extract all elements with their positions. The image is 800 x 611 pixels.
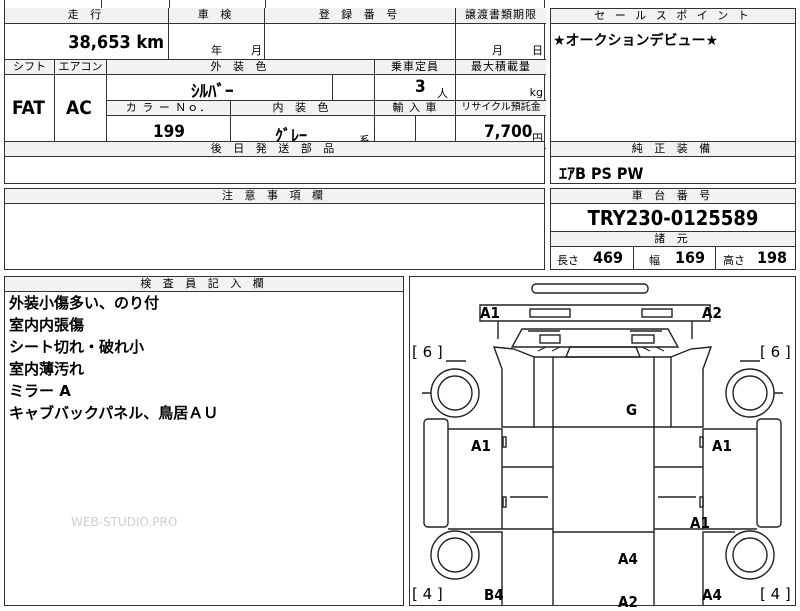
shift-cell: FAT xyxy=(5,75,55,149)
damage-mark: A1 xyxy=(690,514,710,532)
width-label: 幅 xyxy=(649,254,660,267)
damage-mark: A1 xyxy=(712,437,732,455)
mileage-cell: 38,653 km xyxy=(5,24,169,60)
mileage-value: 38,653 km xyxy=(68,32,164,53)
max-load-unit: kg xyxy=(529,86,543,99)
damage-mark: A2 xyxy=(702,304,722,322)
transfer-cell: 月 日 xyxy=(456,24,546,60)
inspector-line: 外装小傷多い、のり付 xyxy=(9,294,160,312)
damage-mark: A4 xyxy=(702,586,722,604)
tire-rear-left-label: [ 4 ] xyxy=(412,585,443,603)
inspection-cell: 年 月 xyxy=(169,24,265,60)
max-load-cell: kg xyxy=(456,75,546,101)
inspector-line: キャブバックパネル、鳥居ＡＵ xyxy=(9,404,219,422)
notes-header: 注 意 事 項 欄 xyxy=(5,189,544,204)
recycle-header: リサイクル預託金 xyxy=(456,101,546,116)
capacity-unit: 人 xyxy=(437,87,448,100)
inspection-year-unit: 年 xyxy=(211,44,222,57)
chassis-header: 車 台 番 号 xyxy=(551,189,795,204)
capacity-value: 3 xyxy=(415,77,426,97)
damage-mark: B4 xyxy=(484,586,504,604)
shift-value: FAT xyxy=(12,97,45,119)
color-no-header: カ ラ ー Ｎｏ． xyxy=(107,101,231,116)
ac-header: エアコン xyxy=(55,60,107,75)
inspector-line: シート切れ・破れ小 xyxy=(9,338,145,356)
capacity-header: 乗車定員 xyxy=(375,60,456,75)
exterior-color-extra-cell xyxy=(333,75,375,101)
chassis-value: TRY230-0125589 xyxy=(587,206,759,230)
standard-equipment-value: ｴｱB PS PW xyxy=(559,164,644,183)
notes-box: 注 意 事 項 欄 xyxy=(4,188,545,270)
shift-header: シフト xyxy=(5,60,55,75)
later-parts-header: 後 日 発 送 部 品 xyxy=(5,142,544,157)
specs-row: 長さ 469 幅 169 高さ 198 xyxy=(551,247,795,269)
height-label: 高さ xyxy=(723,254,745,267)
exterior-color-cell: ｼﾙﾊﾞｰ xyxy=(107,75,333,102)
registration-header: 登 録 番 号 xyxy=(265,8,456,24)
tire-rear-right-label: [ 4 ] xyxy=(760,585,791,603)
damage-mark: A2 xyxy=(618,593,638,611)
import-header: 輸 入 車 xyxy=(375,101,456,116)
registration-cell xyxy=(265,24,456,60)
max-load-header: 最大積載量 xyxy=(456,60,546,75)
standard-equipment-box: 純 正 装 備 ｴｱB PS PW xyxy=(550,141,796,184)
sales-point-box: セ ー ル ス ポ イ ン ト ★オークションデビュー★ xyxy=(550,8,796,142)
ac-cell: AC xyxy=(55,75,107,149)
sales-point-header: セ ー ル ス ポ イ ン ト xyxy=(551,9,795,24)
tire-front-left-label: [ 6 ] xyxy=(412,343,443,361)
chassis-box: 車 台 番 号 TRY230-0125589 諸 元 長さ 469 幅 169 … xyxy=(550,188,796,270)
recycle-value: 7,700 xyxy=(484,122,533,142)
inspector-header: 検 査 員 記 入 欄 xyxy=(5,277,403,292)
ac-value: AC xyxy=(66,97,92,119)
tire-front-right-label: [ 6 ] xyxy=(760,343,791,361)
interior-color-header: 内 装 色 xyxy=(231,101,375,116)
top-stub-row xyxy=(4,0,545,8)
inspector-line: 室内内張傷 xyxy=(9,316,85,334)
inspection-month-unit: 月 xyxy=(251,44,262,57)
damage-diagram-box: [ 6 ] [ 6 ] [ 4 ] [ 4 ] A1 A2 G A1 A1 A1… xyxy=(409,276,796,611)
exterior-color-header: 外 装 色 xyxy=(107,60,375,75)
height-value: 198 xyxy=(757,248,788,267)
damage-mark: A1 xyxy=(471,437,491,455)
length-value: 469 xyxy=(593,248,624,267)
damage-mark: A1 xyxy=(480,304,500,322)
transfer-deadline-header: 譲渡書類期限 xyxy=(456,8,546,24)
specs-header: 諸 元 xyxy=(551,232,795,247)
color-no-value: 199 xyxy=(153,122,185,142)
damage-mark: G xyxy=(626,401,638,419)
inspector-lines: 外装小傷多い、のり付 室内内張傷 シート切れ・破れ小 室内薄汚れ ミラー A キ… xyxy=(5,292,403,424)
vehicle-info-table: 走 行 車 検 登 録 番 号 譲渡書類期限 38,653 km 年 月 月 日… xyxy=(4,8,546,152)
mileage-header: 走 行 xyxy=(5,8,169,24)
inspector-line: ミラー A xyxy=(9,382,71,400)
truck-diagram xyxy=(422,283,783,605)
damage-mark: A4 xyxy=(618,550,638,568)
later-parts-box: 後 日 発 送 部 品 xyxy=(4,141,545,184)
transfer-day-unit: 日 xyxy=(532,44,543,57)
sales-point-text: ★オークションデビュー★ xyxy=(553,33,719,49)
transfer-month-unit: 月 xyxy=(492,44,503,57)
inspector-box: 検 査 員 記 入 欄 外装小傷多い、のり付 室内内張傷 シート切れ・破れ小 室… xyxy=(4,276,404,606)
length-label: 長さ xyxy=(557,254,579,267)
capacity-cell: 3 人 xyxy=(375,75,456,101)
exterior-color-value: ｼﾙﾊﾞｰ xyxy=(191,82,234,102)
inspection-header: 車 検 xyxy=(169,8,265,24)
watermark: WEB-STUDIO.PRO xyxy=(71,515,178,529)
standard-equipment-header: 純 正 装 備 xyxy=(551,142,795,157)
inspector-line: 室内薄汚れ xyxy=(9,360,85,378)
width-value: 169 xyxy=(675,248,706,267)
